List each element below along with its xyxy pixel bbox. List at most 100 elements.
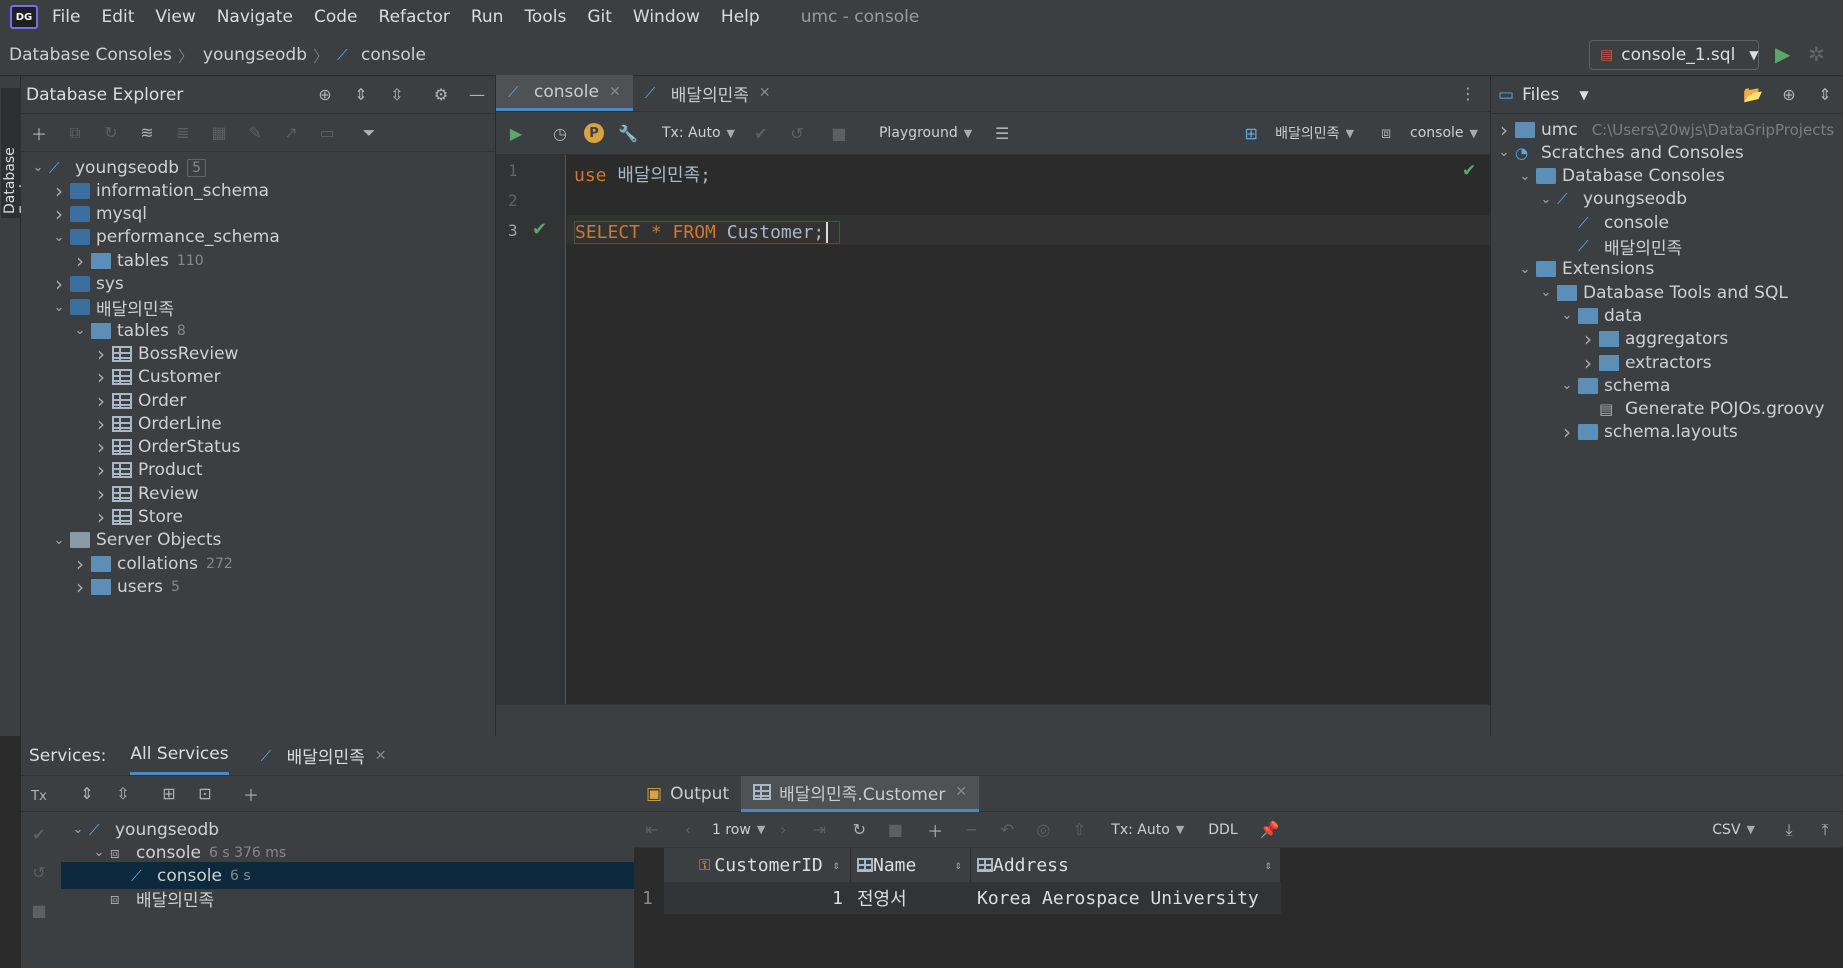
menu-view[interactable]: View	[155, 7, 195, 27]
collapse-all-icon[interactable]: ⇳	[385, 83, 409, 107]
remove-row-icon[interactable]: −	[959, 818, 983, 842]
locate-icon[interactable]: ⊕	[313, 83, 337, 107]
chevron-right-icon[interactable]: ›	[90, 458, 112, 482]
files-title[interactable]: Files	[1522, 85, 1559, 105]
chevron-down-icon[interactable]: ⌄	[1556, 308, 1578, 323]
chevron-right-icon[interactable]: ›	[69, 575, 91, 599]
tree-node[interactable]: › schema.layouts	[1556, 419, 1738, 446]
chevron-down-icon[interactable]: ⌄	[1493, 145, 1515, 160]
menu-git[interactable]: Git	[587, 7, 612, 27]
breadcrumb-database-consoles[interactable]: Database Consoles	[9, 45, 172, 65]
tab-output[interactable]: ▣ Output	[634, 776, 741, 812]
close-icon[interactable]: ✕	[759, 85, 771, 101]
filter-icon[interactable]: ⏷	[357, 121, 381, 145]
submit-icon[interactable]: ⇧	[1067, 818, 1091, 842]
chevron-right-icon[interactable]: ›	[48, 179, 70, 203]
last-page-icon[interactable]: ⇥	[807, 818, 831, 842]
breadcrumb-datasource[interactable]: youngseodb	[203, 45, 307, 65]
upload-icon[interactable]: ⤒	[1813, 818, 1837, 842]
rollback-icon[interactable]: ↺	[785, 121, 809, 145]
download-icon[interactable]: ⤓	[1777, 818, 1801, 842]
chevron-right-icon[interactable]: ›	[1556, 420, 1578, 444]
menu-window[interactable]: Window	[633, 7, 700, 27]
close-icon[interactable]: ✕	[609, 84, 621, 100]
chevron-down-icon[interactable]: ⌄	[48, 300, 70, 315]
playground-mode-select[interactable]: Playground	[879, 125, 958, 141]
code-line-1[interactable]: use 배달의민족;	[574, 161, 711, 187]
chevron-right-icon[interactable]: ›	[90, 435, 112, 459]
jump-icon[interactable]: ↗	[279, 121, 303, 145]
preview-icon[interactable]: ◎	[1031, 818, 1055, 842]
tab-baemin[interactable]: ⟋ 배달의민족 ✕	[633, 75, 783, 111]
edit-icon[interactable]: ✎	[243, 121, 267, 145]
code-line-3[interactable]: SELECT * FROM Customer;	[574, 221, 841, 244]
chevron-down-icon[interactable]: ⌄	[69, 323, 91, 338]
chevron-right-icon[interactable]: ›	[90, 342, 112, 366]
rollback-icon[interactable]: ↺	[27, 860, 51, 884]
stop-icon[interactable]: ■	[827, 121, 851, 145]
row-count-select[interactable]: 1 row	[712, 822, 751, 838]
hide-icon[interactable]: —	[465, 83, 489, 107]
expand-all-icon[interactable]: ⇕	[75, 782, 99, 806]
collapse-all-icon[interactable]: ⇳	[111, 782, 135, 806]
result-transaction-select[interactable]: Tx: Auto	[1111, 822, 1170, 838]
chevron-down-icon[interactable]: ⌄	[67, 822, 89, 837]
tab-services-baemin[interactable]: 배달의민족	[287, 743, 365, 768]
table-cell[interactable]: 1	[664, 882, 851, 914]
close-icon[interactable]: ✕	[955, 784, 967, 800]
tab-console[interactable]: ⟋ console ✕	[496, 75, 633, 111]
stop-icon[interactable]: ■	[883, 818, 907, 842]
locate-icon[interactable]: ⊕	[1777, 83, 1801, 107]
chevron-down-icon[interactable]: ⌄	[1556, 378, 1578, 393]
chevron-down-icon[interactable]: ⌄	[27, 160, 49, 175]
table-view-icon[interactable]: ▦	[207, 121, 231, 145]
schema-select[interactable]: 배달의민족	[1275, 123, 1339, 143]
history-icon[interactable]: ◷	[548, 121, 572, 145]
chevron-right-icon[interactable]: ›	[1493, 118, 1515, 142]
expand-all-icon[interactable]: ⇕	[1813, 83, 1837, 107]
chevron-right-icon[interactable]: ›	[90, 365, 112, 389]
menu-tools[interactable]: Tools	[524, 7, 566, 27]
chevron-right-icon[interactable]: ›	[48, 272, 70, 296]
transaction-mode-select[interactable]: Tx: Auto	[662, 125, 721, 141]
stop-icon[interactable]: ■	[27, 898, 51, 922]
menu-run[interactable]: Run	[471, 7, 504, 27]
tree-node[interactable]: › users 5	[69, 573, 180, 600]
chevron-down-icon[interactable]: ⌄	[1514, 262, 1536, 277]
chevron-right-icon[interactable]: ›	[69, 249, 91, 273]
first-page-icon[interactable]: ⇤	[640, 818, 664, 842]
add-icon[interactable]: ＋	[27, 121, 51, 145]
output-layout-icon[interactable]: ☰	[990, 121, 1014, 145]
menu-navigate[interactable]: Navigate	[217, 7, 293, 27]
sort-icon[interactable]: ⇕	[1265, 858, 1272, 872]
table-cell[interactable]: 전영서	[851, 882, 971, 914]
tab-customer-result[interactable]: 배달의민족.Customer ✕	[741, 775, 980, 812]
previous-page-icon[interactable]: ‹	[676, 818, 700, 842]
chevron-right-icon[interactable]: ›	[48, 202, 70, 226]
schema-diff-icon[interactable]: ≋	[135, 121, 159, 145]
more-options-icon[interactable]: ⋮	[1460, 84, 1476, 103]
column-header[interactable]: Name ⇕	[851, 848, 971, 882]
sort-icon[interactable]: ⇕	[833, 858, 840, 872]
next-page-icon[interactable]: ›	[771, 818, 795, 842]
close-icon[interactable]: ✕	[375, 748, 387, 764]
menu-code[interactable]: Code	[314, 7, 358, 27]
run-icon[interactable]: ▶	[1775, 42, 1790, 66]
refresh-icon[interactable]: ↻	[847, 818, 871, 842]
copy-icon[interactable]: ⧉	[63, 121, 87, 145]
chevron-down-icon[interactable]: ⌄	[1535, 192, 1557, 207]
chevron-down-icon[interactable]: ▼	[1579, 88, 1588, 102]
tab-all-services[interactable]: All Services	[130, 736, 229, 775]
chevron-down-icon[interactable]: ⌄	[48, 230, 70, 245]
tree-node[interactable]: ⧈ 배달의민족	[88, 885, 214, 912]
add-row-icon[interactable]: ＋	[923, 818, 947, 842]
commit-icon[interactable]: ✔	[27, 822, 51, 846]
commit-icon[interactable]: ✔	[749, 121, 773, 145]
export-format-select[interactable]: CSV	[1712, 822, 1740, 838]
menu-refactor[interactable]: Refactor	[379, 7, 450, 27]
chevron-right-icon[interactable]: ›	[90, 482, 112, 506]
revert-icon[interactable]: ↶	[995, 818, 1019, 842]
wrench-icon[interactable]: 🔧	[616, 121, 640, 145]
debug-icon[interactable]: ✲	[1808, 42, 1825, 66]
menu-edit[interactable]: Edit	[101, 7, 134, 27]
